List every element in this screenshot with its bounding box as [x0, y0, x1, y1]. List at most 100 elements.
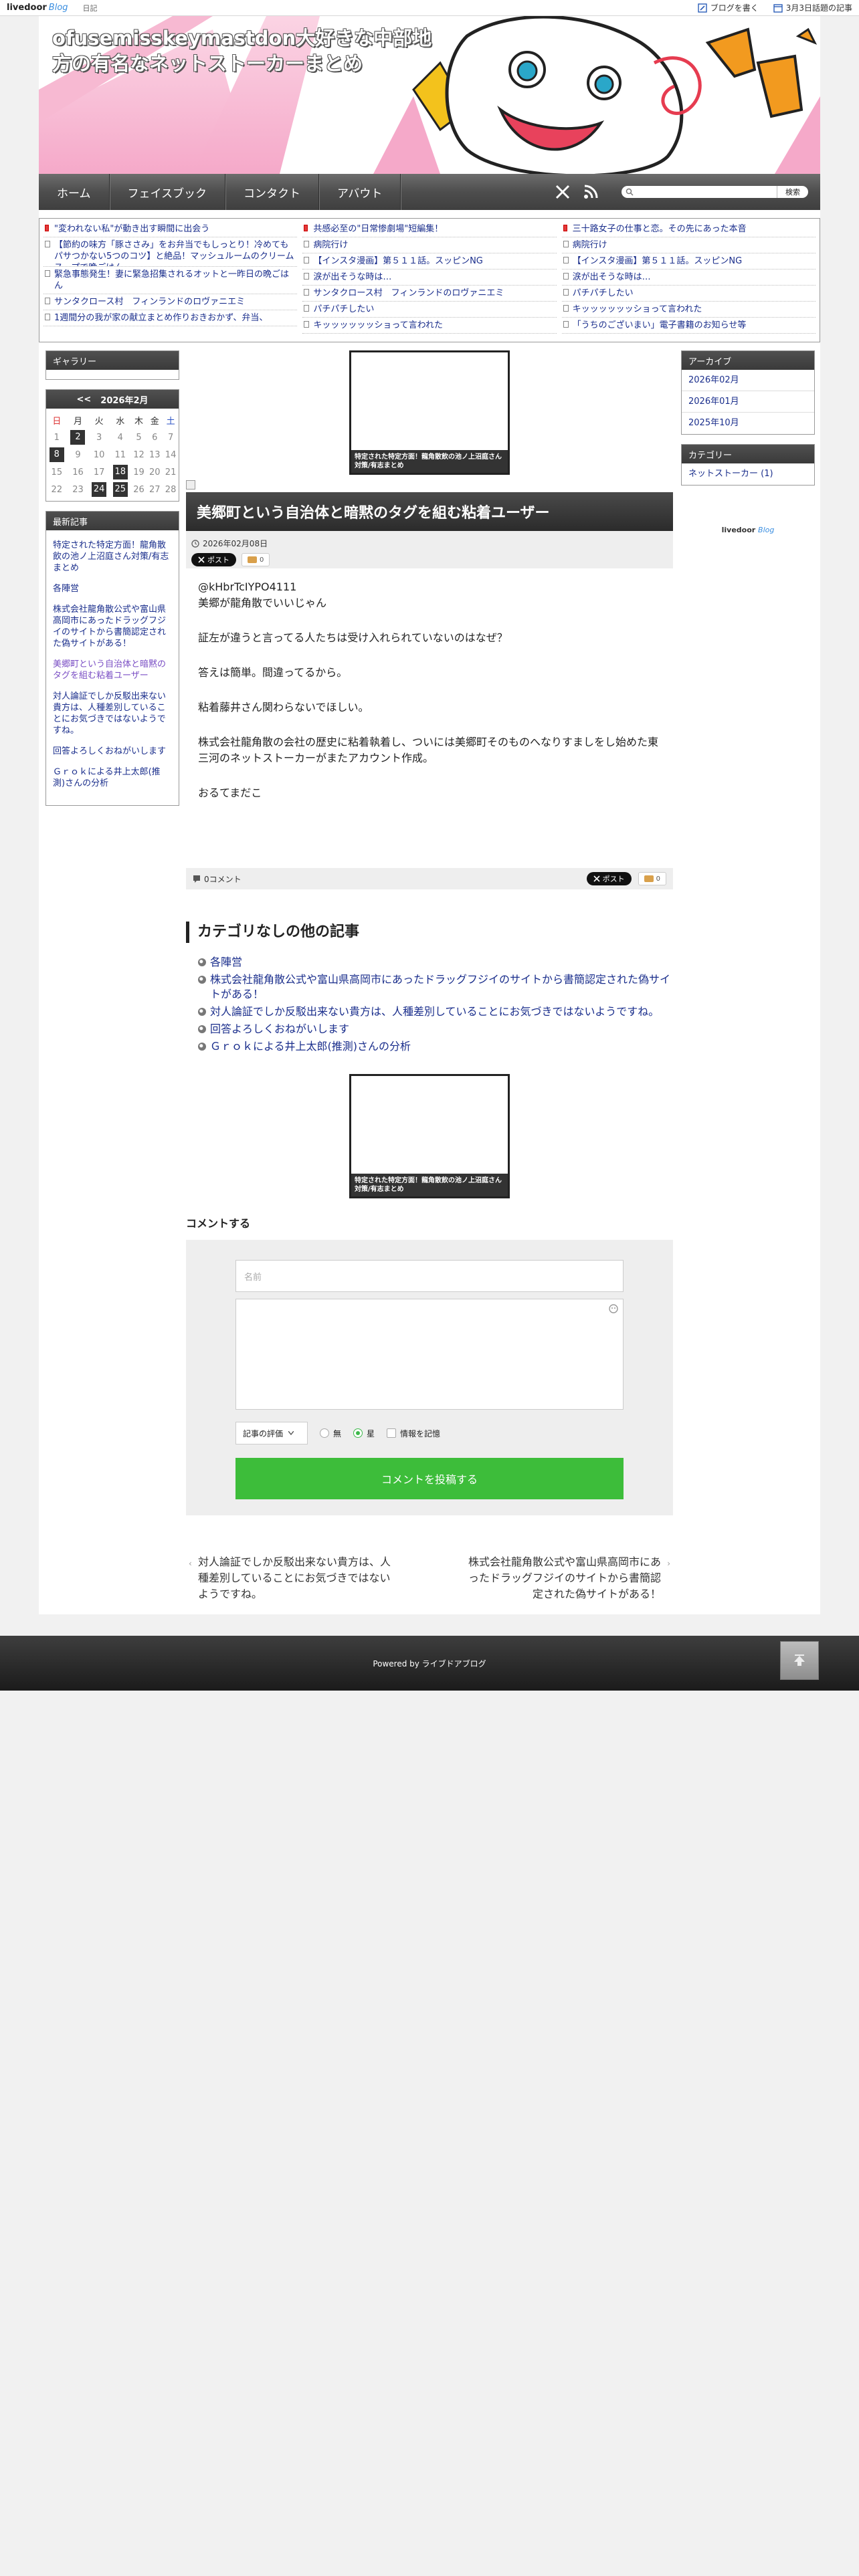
- related-article-link[interactable]: 各陣営: [210, 956, 242, 968]
- emoji-icon[interactable]: [608, 1303, 619, 1314]
- ticker-item-label: 涙が出そうな時は…: [313, 272, 392, 282]
- ticker-item[interactable]: 「うちのございまい」電子書籍のお知らせ等: [561, 318, 816, 334]
- ticker-item[interactable]: パチパチしたい: [561, 286, 816, 302]
- x-post-button[interactable]: ポスト: [586, 872, 632, 885]
- hatena-bookmark-button[interactable]: 0: [638, 872, 666, 885]
- diary-link[interactable]: 日記: [83, 3, 98, 13]
- ticker-item[interactable]: 病院行け: [302, 237, 557, 253]
- ticker-item[interactable]: 【インスタ漫画】第５１１話。スッピンNG: [561, 253, 816, 270]
- ticker-item[interactable]: 涙が出そうな時は…: [561, 270, 816, 286]
- featured-ad-box[interactable]: 特定された特定方面！龍角散飲の池ノ上沼庭さん対策/有志まとめ: [349, 1074, 510, 1198]
- option-none[interactable]: 無: [320, 1428, 341, 1439]
- nav-about[interactable]: アバウト: [319, 174, 401, 210]
- option-none-label: 無: [333, 1428, 342, 1438]
- ticker-item[interactable]: サンタクロース村 フィンランドのロヴァニエミ: [43, 294, 298, 310]
- archive-link[interactable]: 2025年10月: [682, 413, 814, 434]
- calendar-day-linked[interactable]: 24: [88, 481, 110, 498]
- category-link[interactable]: ネットストーカー (1): [682, 463, 814, 485]
- livedoor-blog-badge[interactable]: livedoor Blog: [681, 526, 815, 534]
- recent-article-link-current[interactable]: 美郷町という自治体と暗黙のタグを組む粘着ユーザー: [53, 659, 172, 681]
- list-item: 回答よろしくおねがいします: [198, 1022, 673, 1037]
- ticker-item[interactable]: キッッッッッッショって言われた: [561, 302, 816, 318]
- calendar-day-linked[interactable]: 18: [110, 463, 131, 481]
- radio-star[interactable]: [353, 1428, 363, 1438]
- nav-contact[interactable]: コンタクト: [225, 174, 319, 210]
- x-post-button[interactable]: ポスト: [191, 553, 236, 566]
- popular-articles-label: 3月3日話題の記事: [785, 3, 852, 13]
- hatena-bookmark-button[interactable]: 0: [242, 553, 270, 566]
- search-input[interactable]: [622, 186, 777, 198]
- category-widget: カテゴリー ネットストーカー (1): [681, 444, 815, 486]
- logo-sub: Blog: [48, 3, 68, 13]
- submit-comment-button[interactable]: コメントを投稿する: [235, 1458, 624, 1499]
- pr-icon: [304, 225, 308, 231]
- recent-article-link[interactable]: 対人論証でしか反駁出来ない貴方は、人種差別していることにお気づきではないようです…: [53, 691, 172, 736]
- calendar-day: 14: [165, 449, 177, 460]
- list-item: Ｇｒｏｋによる井上太郎(推測)さんの分析: [198, 1039, 673, 1054]
- related-article-link[interactable]: 対人論証でしか反駁出来ない貴方は、人種差別していることにお気づきではないようです…: [210, 1005, 659, 1018]
- archive-link[interactable]: 2026年02月: [682, 370, 814, 391]
- ticker-item[interactable]: 三十路女子の仕事と恋。その先にあった本音: [561, 221, 816, 237]
- powered-by-link[interactable]: Powered by ライブドアブログ: [373, 1658, 486, 1669]
- checkbox-remember[interactable]: [387, 1428, 397, 1438]
- related-articles-title: カテゴリなしの他の記事: [186, 922, 673, 943]
- related-article-link[interactable]: 回答よろしくおねがいします: [210, 1023, 349, 1035]
- calendar-prev-link[interactable]: <<: [76, 395, 91, 405]
- write-blog-link[interactable]: ブログを書く: [698, 2, 759, 13]
- livedoor-logo[interactable]: livedoor Blog: [7, 3, 68, 13]
- ticker-item[interactable]: 病院行け: [561, 237, 816, 253]
- recent-article-link[interactable]: Ｇｒｏｋによる井上太郎(推測)さんの分析: [53, 766, 172, 789]
- x-icon: [198, 556, 205, 563]
- recent-article-link[interactable]: 回答よろしくおねがいします: [53, 746, 172, 757]
- search-button[interactable]: 検索: [777, 186, 808, 198]
- list-item: 対人論証でしか反駁出来ない貴方は、人種差別していることにお気づきではないようです…: [198, 1004, 673, 1019]
- calendar-day-linked[interactable]: 25: [110, 481, 131, 498]
- ticker-item-label: 【節約の味方「豚ささみ」をお弁当でもしっとり！冷めてもパサつかない5つのコツ】と…: [54, 240, 294, 266]
- recent-article-link[interactable]: 株式会社龍角散公式や富山県高岡市にあったドラッグフジイのサイトから書簡認定された…: [53, 604, 172, 649]
- popular-articles-link[interactable]: 3月3日話題の記事: [773, 2, 852, 13]
- name-input[interactable]: 名前: [235, 1260, 624, 1292]
- ticker-item[interactable]: "変われない私"が動き出す瞬間に出会う: [43, 221, 298, 237]
- prev-article-link[interactable]: ‹ 対人論証でしか反駁出来ない貴方は、人種差別していることにお気づきではないようで…: [189, 1554, 396, 1602]
- back-to-top-button[interactable]: [780, 1641, 819, 1680]
- featured-ad-box[interactable]: 特定された特定方面！龍角散飲の池ノ上沼庭さん対策/有志まとめ: [349, 350, 510, 475]
- article-title[interactable]: 美郷町という自治体と暗黙のタグを組む粘着ユーザー: [186, 492, 673, 531]
- x-icon[interactable]: [555, 184, 571, 200]
- ticker-item-label: 病院行け: [572, 240, 607, 250]
- ticker-item[interactable]: 1週間分の我が家の献立まとめ作りおきおかず、弁当、: [43, 310, 298, 326]
- ticker-item-label: 1週間分の我が家の献立まとめ作りおきおかず、弁当、: [54, 313, 268, 323]
- article-paragraph: 粘着藤井さん関わらないでほしい。: [198, 701, 369, 714]
- nav-home[interactable]: ホーム: [39, 174, 110, 210]
- rating-select[interactable]: 記事の評価: [235, 1422, 308, 1444]
- bullet-icon: [198, 958, 206, 966]
- recent-article-link[interactable]: 特定された特定方面！龍角散飲の池ノ上沼庭さん対策/有志まとめ: [53, 540, 172, 574]
- ticker-item[interactable]: キッッッッッッショって言われた: [302, 318, 557, 334]
- blog-title[interactable]: ofusemisskeymastdon大好きな中部地 方の有名なネットストーカー…: [52, 25, 480, 76]
- related-article-link[interactable]: Ｇｒｏｋによる井上太郎(推測)さんの分析: [210, 1040, 411, 1053]
- calendar-day-linked[interactable]: 8: [46, 446, 68, 463]
- ticker-item[interactable]: 【インスタ漫画】第５１１話。スッピンNG: [302, 253, 557, 270]
- option-star[interactable]: 星: [353, 1428, 375, 1439]
- nav-facebook[interactable]: フェイスブック: [110, 174, 225, 210]
- chevron-down-icon: [288, 1431, 294, 1435]
- write-blog-label: ブログを書く: [710, 3, 759, 13]
- featured-ad-caption: 特定された特定方面！龍角散飲の池ノ上沼庭さん対策/有志まとめ: [351, 450, 508, 473]
- recent-article-link[interactable]: 各陣営: [53, 583, 172, 595]
- next-article-link[interactable]: › 株式会社龍角散公式や富山県高岡市にあったドラッグフジイのサイトから書簡認定され…: [463, 1554, 670, 1602]
- related-article-link[interactable]: 株式会社龍角散公式や富山県高岡市にあったドラッグフジイのサイトから書簡認定された…: [210, 973, 670, 1000]
- option-remember[interactable]: 情報を記憶: [387, 1428, 440, 1439]
- ticker-item[interactable]: 涙が出そうな時は…: [302, 270, 557, 286]
- ticker-item[interactable]: 共感必至の"日常惨劇場"短編集！: [302, 221, 557, 237]
- comment-count-link[interactable]: 0コメント: [193, 873, 242, 885]
- comment-textarea[interactable]: [235, 1299, 624, 1410]
- rss-icon[interactable]: [583, 184, 599, 200]
- ticker-item[interactable]: パチパチしたい: [302, 302, 557, 318]
- article-icon: [563, 273, 569, 280]
- radio-none[interactable]: [320, 1428, 329, 1438]
- ticker-item[interactable]: 緊急事態発生！妻に緊急招集されるオットと一昨日の晩ごはん: [43, 267, 298, 294]
- article-footer: 0コメント ポスト 0: [186, 868, 673, 889]
- calendar-day-linked[interactable]: 2: [68, 429, 89, 446]
- archive-link[interactable]: 2026年01月: [682, 391, 814, 413]
- ticker-item[interactable]: サンタクロース村 フィンランドのロヴァニエミ: [302, 286, 557, 302]
- ticker-item[interactable]: 【節約の味方「豚ささみ」をお弁当でもしっとり！冷めてもパサつかない5つのコツ】と…: [43, 237, 298, 267]
